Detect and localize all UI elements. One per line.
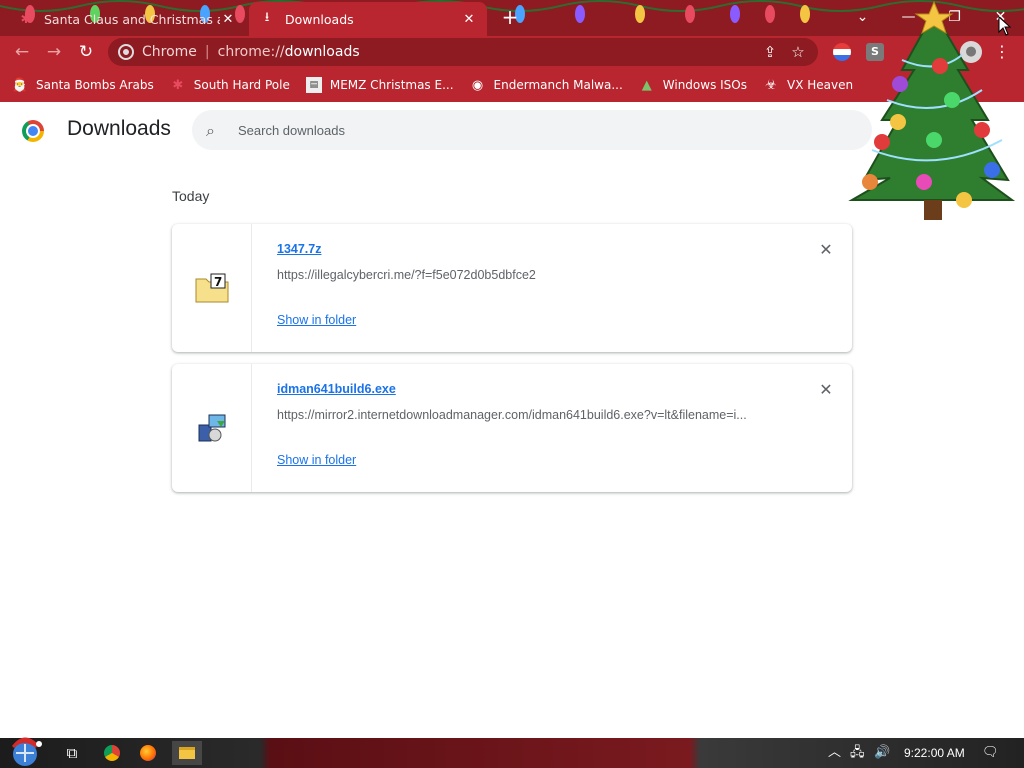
system-clock[interactable]: 9:22:00 AM bbox=[904, 743, 965, 763]
firefox-taskbar-icon[interactable] bbox=[136, 741, 160, 765]
close-tab-icon[interactable]: ✕ bbox=[220, 11, 236, 27]
vx-heaven-icon: ☣ bbox=[765, 77, 777, 93]
downloads-header: Downloads ⌕ bbox=[0, 102, 1024, 160]
notification-center-icon[interactable]: 🗨 bbox=[982, 743, 999, 763]
minimize-icon[interactable]: — bbox=[886, 0, 931, 34]
volume-icon[interactable]: 🔊 bbox=[874, 743, 890, 763]
omnibox-chip-label: Chrome bbox=[142, 44, 197, 60]
snowflake-favicon-icon: ✱ bbox=[20, 11, 32, 27]
snowflake-icon: ✱ bbox=[172, 77, 184, 93]
santa-icon: 🎅 bbox=[11, 77, 29, 93]
taskbar: ⧉ ︿ 🖧 🔊 9:22:00 AM 🗨 bbox=[0, 737, 1024, 768]
show-in-folder-link[interactable]: Show in folder bbox=[277, 453, 356, 467]
remove-download-icon[interactable]: ✕ bbox=[816, 240, 836, 260]
tab-search-icon[interactable]: ⌄ bbox=[840, 0, 885, 34]
download-favicon-icon: ⭳ bbox=[264, 10, 270, 25]
bookmark-label: VX Heaven bbox=[787, 78, 854, 92]
bookmark-vx-heaven[interactable]: ☣ VX Heaven bbox=[763, 77, 853, 93]
download-source-url: https://illegalcybercri.me/?f=f5e072d0b5… bbox=[277, 268, 536, 282]
bookmark-label: MEMZ Christmas E... bbox=[329, 78, 454, 92]
chrome-logo-icon bbox=[22, 120, 44, 142]
search-icon: ⌕ bbox=[206, 121, 215, 140]
raccoon-icon: ◉ bbox=[471, 77, 484, 93]
date-group-label: Today bbox=[172, 188, 210, 204]
tab-santa-claus[interactable]: ✱ Santa Claus and Christmas at th ✕ bbox=[8, 2, 246, 36]
bookmark-label: South Hard Pole bbox=[193, 78, 290, 92]
tab-strip: ✱ Santa Claus and Christmas at th ✕ ⭳ Do… bbox=[0, 0, 1024, 36]
file-icon-column bbox=[172, 364, 252, 492]
flag-extension-icon[interactable] bbox=[833, 43, 851, 61]
start-button-santa-hat-icon[interactable] bbox=[6, 734, 44, 768]
download-filename-link[interactable]: 1347.7z bbox=[277, 242, 321, 256]
tab-title: Downloads bbox=[285, 11, 354, 27]
download-item: idman641build6.exe https://mirror2.inter… bbox=[172, 364, 852, 492]
bookmark-south-hard-pole[interactable]: ✱ South Hard Pole bbox=[170, 77, 290, 93]
bookmark-endermanch-malware[interactable]: ◉ Endermanch Malwa... bbox=[470, 77, 623, 93]
installer-icon bbox=[198, 414, 225, 442]
task-view-icon[interactable]: ⧉ bbox=[60, 741, 84, 765]
bookmark-santa-bombs[interactable]: 🎅 Santa Bombs Arabs bbox=[12, 77, 154, 93]
7z-archive-icon: 7 bbox=[195, 273, 228, 303]
search-input[interactable] bbox=[238, 122, 798, 138]
bookmark-label: Windows ISOs bbox=[662, 78, 747, 92]
download-item: 7 1347.7z https://illegalcybercri.me/?f=… bbox=[172, 224, 852, 352]
address-bar[interactable]: Chrome | chrome:// downloads ⇪ ☆ bbox=[108, 38, 818, 66]
forward-arrow-icon[interactable]: → bbox=[42, 40, 66, 64]
file-explorer-taskbar-icon[interactable] bbox=[172, 741, 202, 765]
network-icon[interactable]: 🖧 bbox=[850, 743, 865, 763]
omnibox-separator: | bbox=[204, 44, 210, 60]
new-tab-icon[interactable]: + bbox=[498, 6, 522, 30]
svg-text:7: 7 bbox=[214, 275, 222, 289]
omnibox-host: downloads bbox=[284, 44, 360, 60]
tree-icon: ▲ bbox=[641, 77, 652, 93]
tab-downloads[interactable]: ⭳ Downloads ✕ bbox=[249, 2, 487, 36]
memz-icon: ▤ bbox=[305, 77, 322, 93]
back-arrow-icon[interactable]: ← bbox=[10, 40, 34, 64]
share-icon[interactable]: ⇪ bbox=[756, 38, 784, 66]
page-title: Downloads bbox=[67, 117, 171, 140]
bookmark-label: Endermanch Malwa... bbox=[493, 78, 623, 92]
show-in-folder-link[interactable]: Show in folder bbox=[277, 313, 356, 327]
bookmark-star-icon[interactable]: ☆ bbox=[784, 38, 812, 66]
toolbar: ← → ↻ Chrome | chrome:// downloads ⇪ ☆ S… bbox=[0, 36, 1024, 68]
reload-icon[interactable]: ↻ bbox=[74, 40, 98, 64]
bookmark-label: Santa Bombs Arabs bbox=[36, 78, 154, 92]
remove-download-icon[interactable]: ✕ bbox=[816, 380, 836, 400]
download-filename-link[interactable]: idman641build6.exe bbox=[277, 382, 396, 396]
close-tab-icon[interactable]: ✕ bbox=[461, 11, 477, 27]
file-icon-column: 7 bbox=[172, 224, 252, 352]
bookmark-windows-isos[interactable]: ▲ Windows ISOs bbox=[639, 77, 747, 93]
chrome-menu-icon[interactable]: ⋮ bbox=[994, 41, 1010, 63]
omnibox-scheme: chrome:// bbox=[217, 44, 285, 60]
search-downloads-bar[interactable]: ⌕ bbox=[192, 110, 872, 150]
profile-avatar-icon[interactable]: ● bbox=[960, 41, 982, 63]
mouse-cursor-icon bbox=[998, 16, 1012, 36]
bookmark-memz-christmas[interactable]: ▤ MEMZ Christmas E... bbox=[305, 77, 454, 93]
maximize-icon[interactable]: ❐ bbox=[932, 0, 977, 34]
chrome-taskbar-icon[interactable] bbox=[100, 741, 124, 765]
download-source-url: https://mirror2.internetdownloadmanager.… bbox=[277, 408, 747, 422]
chrome-page-icon bbox=[118, 44, 134, 60]
bookmarks-bar: 🎅 Santa Bombs Arabs ✱ South Hard Pole ▤ … bbox=[0, 68, 1024, 102]
show-hidden-icons-icon[interactable]: ︿ bbox=[828, 743, 841, 763]
tab-title: Santa Claus and Christmas at th bbox=[44, 11, 220, 27]
s-extension-icon[interactable]: S bbox=[866, 43, 884, 61]
